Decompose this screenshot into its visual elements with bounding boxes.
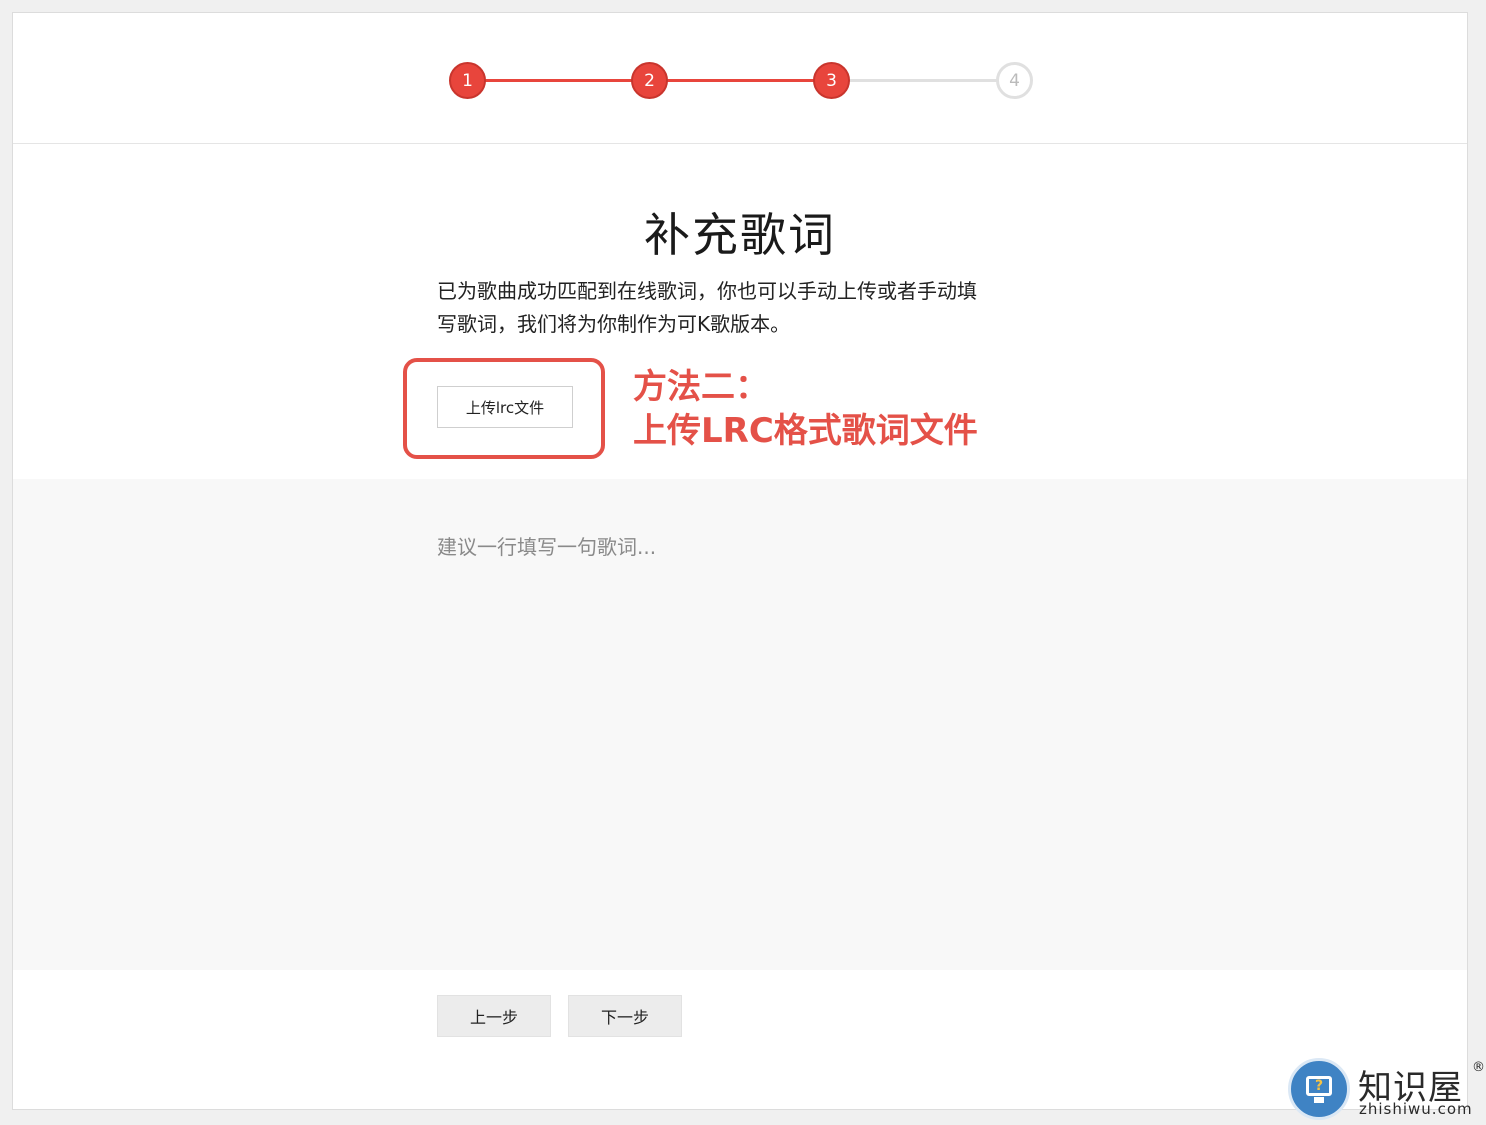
page-description: 已为歌曲成功匹配到在线歌词，你也可以手动上传或者手动填 写歌词，我们将为你制作为… [437,275,1037,341]
step-3: 3 [813,62,850,99]
watermark-url: zhishiwu.com [1359,1100,1473,1118]
annotation-line-1: 方法二： [633,367,769,407]
next-step-button[interactable]: 下一步 [568,995,682,1037]
question-monitor-icon: ? [1288,1058,1350,1120]
watermark-registered: ® [1472,1060,1485,1075]
lyrics-placeholder: 建议一行填写一句歌词... [437,535,657,559]
step-connector-1-2 [467,79,650,82]
annotation-line-2: 上传LRC格式歌词文件 [633,411,978,451]
step-connector-3-4 [832,79,1014,82]
prev-step-button[interactable]: 上一步 [437,995,551,1037]
step-connector-2-3 [650,79,832,82]
progress-stepper: 1 2 3 4 [13,13,1467,144]
step-4: 4 [996,62,1033,99]
upload-lrc-button[interactable]: 上传lrc文件 [437,386,573,428]
watermark-logo: ? 知识屋 ® zhishiwu.com [1286,1054,1486,1125]
step-2: 2 [631,62,668,99]
page-frame: 1 2 3 4 补充歌词 已为歌曲成功匹配到在线歌词，你也可以手动上传或者手动填… [12,12,1468,1110]
lyrics-textarea[interactable]: 建议一行填写一句歌词... [13,479,1467,970]
description-line-1: 已为歌曲成功匹配到在线歌词，你也可以手动上传或者手动填 [437,279,977,303]
page-title: 补充歌词 [644,208,836,262]
monitor-icon: ? [1306,1076,1332,1096]
description-line-2: 写歌词，我们将为你制作为可K歌版本。 [437,312,791,336]
annotation-callout: 方法二： 上传LRC格式歌词文件 [633,365,978,453]
monitor-stand-icon [1314,1097,1324,1103]
step-1: 1 [449,62,486,99]
